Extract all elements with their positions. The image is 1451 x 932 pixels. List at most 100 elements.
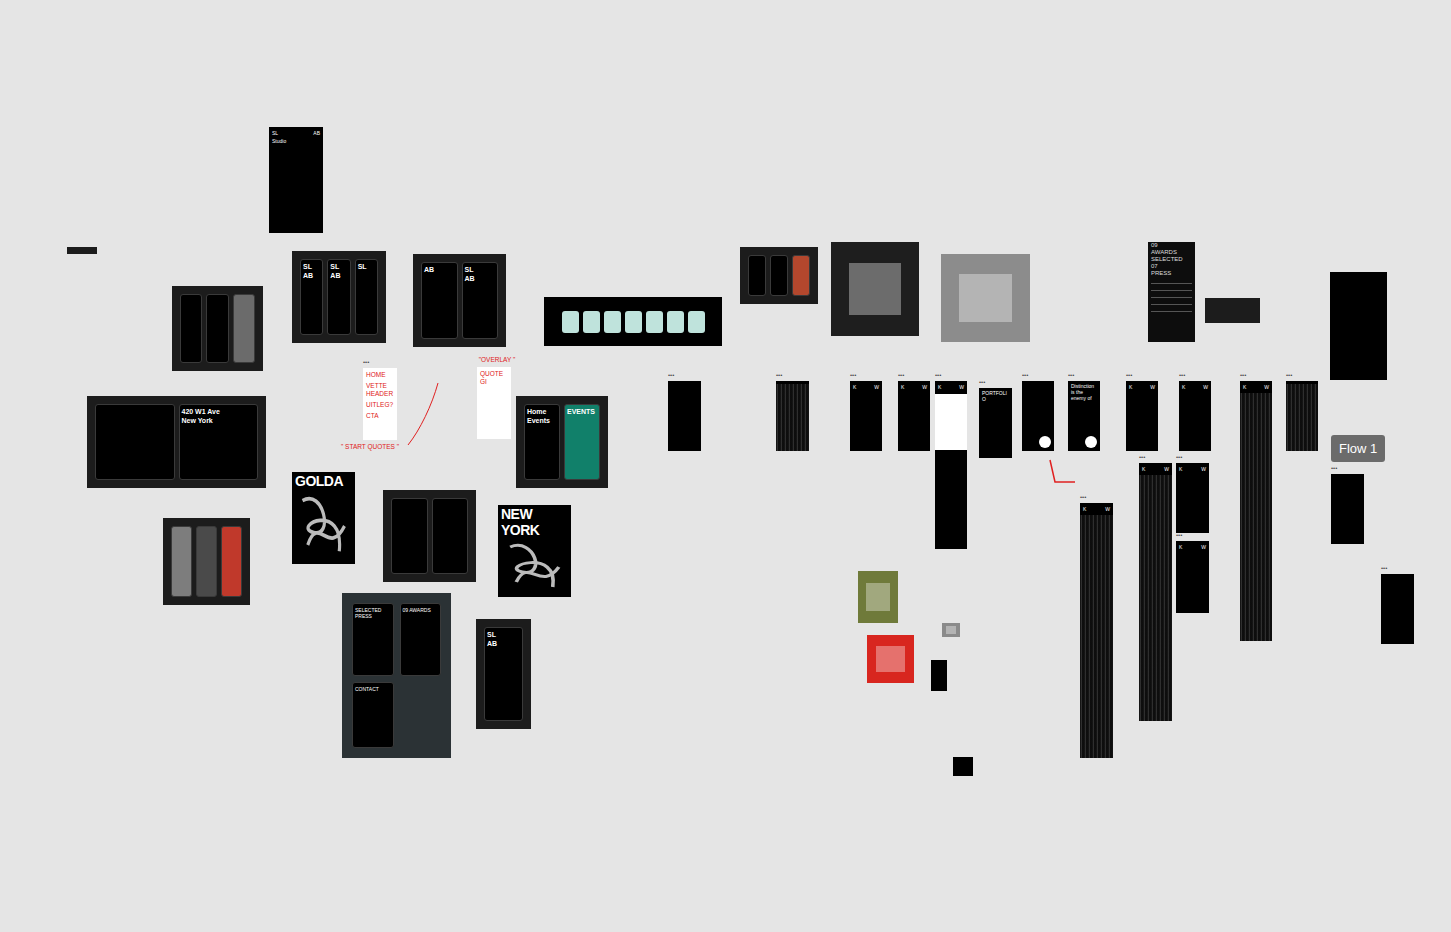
screen[interactable]: SL bbox=[355, 259, 378, 335]
ticket-card[interactable] bbox=[646, 311, 663, 333]
frame-label[interactable]: ••• bbox=[1240, 372, 1246, 379]
frame-label[interactable]: ••• bbox=[935, 372, 941, 379]
frame-label[interactable]: ••• bbox=[1176, 454, 1182, 461]
design-canvas[interactable]: SLABStudioSLABSLABSLABSLAB420 W1 AveNew … bbox=[0, 0, 1451, 932]
screen[interactable] bbox=[233, 294, 255, 363]
list-frame[interactable]: 09AWARDSSELECTED07PRESS bbox=[1148, 242, 1195, 342]
screen[interactable] bbox=[792, 255, 810, 296]
phone-frame[interactable]: •••KW bbox=[1176, 541, 1209, 613]
frame-label[interactable]: ••• bbox=[668, 372, 674, 379]
circle-button[interactable] bbox=[1039, 436, 1051, 448]
phone-frame[interactable] bbox=[953, 757, 973, 776]
board-frame[interactable]: SLAB bbox=[476, 619, 531, 729]
frame-label[interactable]: ••• bbox=[1381, 565, 1387, 572]
texture-frame[interactable]: •••KW bbox=[1139, 463, 1172, 721]
circle-button[interactable] bbox=[1085, 436, 1097, 448]
screen[interactable] bbox=[221, 526, 242, 597]
strip-frame[interactable] bbox=[1205, 298, 1260, 323]
frame-label[interactable]: ••• bbox=[1126, 372, 1132, 379]
frame-label[interactable]: ••• bbox=[1022, 372, 1028, 379]
screen[interactable]: SLAB bbox=[462, 262, 499, 339]
photo-frame[interactable] bbox=[858, 571, 898, 623]
phone-frame[interactable]: •••KW bbox=[1179, 381, 1211, 451]
ticket-card[interactable] bbox=[667, 311, 684, 333]
poster-frame[interactable]: NEWYORK bbox=[498, 505, 571, 597]
phone-dot-frame[interactable]: ••• bbox=[1022, 381, 1054, 451]
strip-frame[interactable] bbox=[67, 247, 97, 254]
screen[interactable]: SELECTED PRESS bbox=[352, 603, 394, 676]
screen[interactable]: 09 AWARDS bbox=[400, 603, 442, 676]
note-frame[interactable]: QUOTE GI bbox=[477, 367, 511, 439]
photo-frame[interactable] bbox=[831, 242, 919, 336]
phone-frame[interactable]: •••KW bbox=[850, 381, 882, 451]
screen[interactable] bbox=[196, 526, 217, 597]
screen[interactable]: CONTACT bbox=[352, 682, 394, 749]
phone-frame[interactable]: •••KW bbox=[898, 381, 930, 451]
screen[interactable]: 420 W1 AveNew York bbox=[179, 404, 259, 480]
frame-label[interactable]: ••• bbox=[1286, 372, 1292, 379]
ticket-card[interactable] bbox=[625, 311, 642, 333]
board-frame[interactable]: SLABSLABSL bbox=[292, 251, 386, 343]
frame-label[interactable]: ••• bbox=[363, 359, 369, 366]
frame-label[interactable]: ••• bbox=[776, 372, 782, 379]
board-frame[interactable] bbox=[172, 286, 263, 371]
frame-label[interactable]: ••• bbox=[1068, 372, 1074, 379]
board-frame[interactable] bbox=[383, 490, 476, 582]
screen[interactable]: AB bbox=[421, 262, 458, 339]
screen[interactable] bbox=[770, 255, 788, 296]
ticket-card[interactable] bbox=[583, 311, 600, 333]
caption-frame[interactable]: " START QUOTES " bbox=[330, 442, 410, 453]
texture-frame[interactable]: •••KW bbox=[1080, 503, 1113, 758]
board-frame[interactable] bbox=[163, 518, 250, 605]
cards-frame[interactable] bbox=[544, 297, 722, 346]
photo-frame[interactable] bbox=[867, 635, 914, 683]
split-frame[interactable]: •••KW bbox=[935, 381, 967, 549]
phone-frame[interactable]: ••• bbox=[668, 381, 701, 451]
phone-frame[interactable]: •••KW bbox=[1176, 463, 1209, 533]
slate-frame[interactable]: SELECTED PRESS09 AWARDSCONTACT bbox=[342, 593, 451, 758]
ticket-card[interactable] bbox=[604, 311, 621, 333]
frame-label[interactable]: ••• bbox=[1176, 532, 1182, 539]
ticket-card[interactable] bbox=[562, 311, 579, 333]
frame-label[interactable]: ••• bbox=[898, 372, 904, 379]
screen[interactable]: SLAB bbox=[484, 627, 523, 721]
note-frame[interactable]: •••HOMEVETTE HEADERUITLEG?CTA bbox=[363, 368, 397, 440]
screen[interactable] bbox=[206, 294, 228, 363]
phone-frame[interactable]: •••KW bbox=[1126, 381, 1158, 451]
frame-label[interactable]: ••• bbox=[1080, 494, 1086, 501]
phone-frame[interactable] bbox=[931, 660, 947, 691]
caption-frame[interactable]: "OVERLAY " bbox=[472, 355, 522, 366]
screen[interactable] bbox=[95, 404, 175, 480]
screen[interactable] bbox=[432, 498, 469, 574]
phone-frame[interactable]: ••• bbox=[1331, 474, 1364, 544]
screen[interactable]: EVENTS bbox=[564, 404, 600, 480]
photo-frame[interactable] bbox=[942, 623, 960, 637]
board-frame[interactable]: 420 W1 AveNew York bbox=[87, 396, 266, 488]
board-frame[interactable] bbox=[740, 247, 818, 304]
phone-frame[interactable] bbox=[1330, 272, 1387, 380]
board-frame[interactable]: HomeEventsEVENTS bbox=[516, 396, 608, 488]
screen[interactable] bbox=[180, 294, 202, 363]
poster-frame[interactable]: GOLDA bbox=[292, 472, 355, 564]
texture-frame[interactable]: •••KW bbox=[1240, 381, 1272, 641]
frame-label[interactable]: ••• bbox=[1139, 454, 1145, 461]
photo-frame[interactable] bbox=[941, 254, 1030, 342]
frame-label[interactable]: ••• bbox=[1179, 372, 1185, 379]
flow-tag[interactable]: Flow 1 bbox=[1331, 435, 1385, 462]
board-frame[interactable]: ABSLAB bbox=[413, 254, 506, 347]
screen[interactable]: HomeEvents bbox=[524, 404, 560, 480]
phone-frame[interactable]: •••PORTFOLIO bbox=[979, 388, 1012, 458]
frame-label[interactable]: ••• bbox=[850, 372, 856, 379]
screen[interactable] bbox=[748, 255, 766, 296]
screen[interactable]: SLAB bbox=[327, 259, 350, 335]
texture-frame[interactable]: ••• bbox=[1286, 381, 1318, 451]
screen[interactable]: SLAB bbox=[300, 259, 323, 335]
phone-dot-frame[interactable]: •••Distinction is the enemy of bbox=[1068, 381, 1100, 451]
phone-frame[interactable]: ••• bbox=[1381, 574, 1414, 644]
screen[interactable] bbox=[391, 498, 428, 574]
texture-frame[interactable]: ••• bbox=[776, 381, 809, 451]
screen[interactable] bbox=[171, 526, 192, 597]
frame-label[interactable]: ••• bbox=[1331, 465, 1337, 472]
ticket-card[interactable] bbox=[688, 311, 705, 333]
frame-label[interactable]: ••• bbox=[979, 379, 985, 386]
